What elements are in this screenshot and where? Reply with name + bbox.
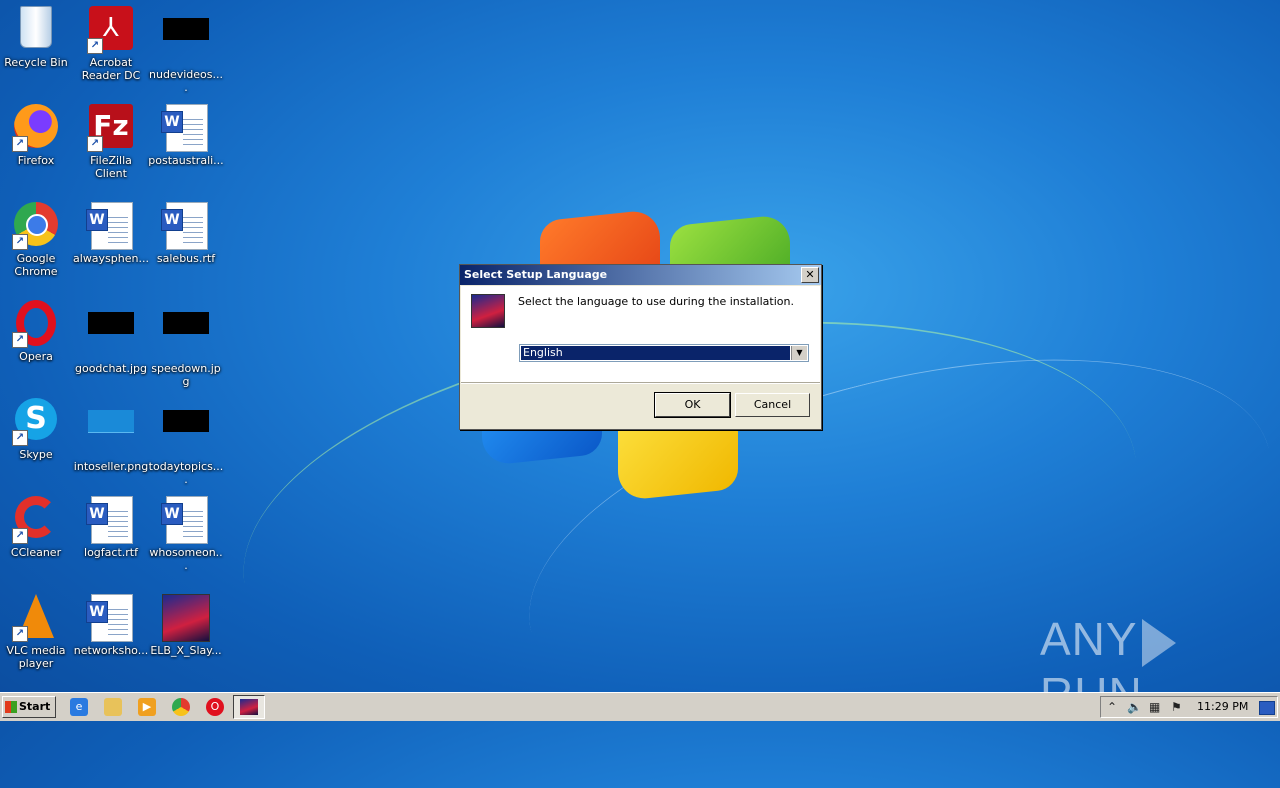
desktop-icon-goodchat[interactable]: goodchat.jpg [73, 296, 149, 375]
show-desktop-icon[interactable] [1259, 701, 1275, 715]
clock[interactable]: 11:29 PM [1197, 699, 1248, 715]
desktop-icon-opera[interactable]: ↗ Opera [0, 296, 74, 363]
firefox-icon: ↗ [12, 104, 60, 152]
shortcut-arrow-icon: ↗ [12, 430, 28, 446]
dialog-message: Select the language to use during the in… [518, 295, 794, 308]
close-button[interactable]: ✕ [801, 267, 819, 283]
setup-app-icon [240, 699, 258, 715]
desktop-icon-alwaysphen[interactable]: W alwaysphen... [73, 198, 149, 265]
ok-button[interactable]: OK [654, 392, 731, 418]
desktop-icon-whosomeon[interactable]: W whosomeon... [148, 492, 224, 572]
select-setup-language-dialog: Select Setup Language ✕ Select the langu… [459, 264, 822, 430]
vlc-icon: ↗ [12, 594, 60, 642]
filezilla-icon: Fz ↗ [87, 104, 135, 152]
chrome-icon: ↗ [12, 202, 60, 250]
opera-icon[interactable]: O [206, 698, 224, 716]
volume-icon[interactable]: 🔈 [1127, 699, 1142, 715]
media-player-icon[interactable]: ▶ [138, 698, 156, 716]
desktop-icon-google-chrome[interactable]: ↗ Google Chrome [0, 198, 74, 278]
ccleaner-icon: ↗ [12, 496, 60, 544]
desktop-icon-logfact[interactable]: W logfact.rtf [73, 492, 149, 559]
action-center-flag-icon[interactable]: ⚑ [1171, 699, 1182, 715]
start-button[interactable]: Start [2, 696, 56, 718]
word-doc-icon: W [161, 496, 210, 544]
explorer-folder-icon[interactable] [104, 698, 122, 716]
desktop-icon-nudevideos[interactable]: nudevideos.... [148, 2, 224, 94]
shortcut-arrow-icon: ↗ [12, 626, 28, 642]
network-icon[interactable]: ▦ [1149, 699, 1160, 715]
acrobat-icon: ⅄ ↗ [87, 6, 135, 54]
desktop-icon-salebus[interactable]: W salebus.rtf [148, 198, 224, 265]
opera-icon: ↗ [12, 300, 60, 348]
word-doc-icon: W [161, 104, 210, 152]
desktop-icon-vlc[interactable]: ↗ VLC media player [0, 590, 74, 670]
desktop-icon-acrobat-reader[interactable]: ⅄ ↗ Acrobat Reader DC [73, 2, 149, 82]
word-doc-icon: W [161, 202, 210, 250]
desktop-icon-firefox[interactable]: ↗ Firefox [0, 100, 74, 167]
dialog-divider [461, 382, 820, 384]
shortcut-arrow-icon: ↗ [12, 332, 28, 348]
dialog-body: Select the language to use during the in… [461, 286, 820, 382]
chrome-icon[interactable] [172, 698, 190, 716]
taskbar: Start e ▶ O ⌃ 🔈 ▦ ⚑ 11:29 PM [0, 692, 1280, 721]
shortcut-arrow-icon: ↗ [12, 136, 28, 152]
desktop-icon-skype[interactable]: S ↗ Skype [0, 394, 74, 461]
desktop-icon-recycle-bin[interactable]: Recycle Bin [0, 2, 74, 69]
desktop-icon-speedown[interactable]: speedown.jpg [148, 296, 224, 388]
blue-thumbnail-icon [87, 410, 135, 458]
word-doc-icon: W [86, 496, 135, 544]
taskbar-setup-window[interactable] [233, 695, 265, 719]
setup-app-icon [162, 594, 210, 642]
recycle-bin-icon [12, 6, 60, 54]
skype-icon: S ↗ [12, 398, 60, 446]
black-thumbnail-icon [162, 312, 210, 360]
black-thumbnail-icon [162, 18, 210, 66]
word-doc-icon: W [86, 202, 135, 250]
windows-flag-icon [5, 701, 17, 713]
internet-explorer-icon[interactable]: e [70, 698, 88, 716]
desktop-icon-ccleaner[interactable]: ↗ CCleaner [0, 492, 74, 559]
word-doc-icon: W [86, 594, 135, 642]
cancel-button[interactable]: Cancel [735, 393, 810, 417]
black-thumbnail-icon [87, 312, 135, 360]
desktop-icon-networksho[interactable]: W networksho... [73, 590, 149, 657]
shortcut-arrow-icon: ↗ [12, 234, 28, 250]
system-tray: ⌃ 🔈 ▦ ⚑ 11:29 PM [1100, 696, 1278, 718]
black-thumbnail-icon [162, 410, 210, 458]
desktop-icon-todaytopics[interactable]: todaytopics.... [148, 394, 224, 486]
desktop-icon-filezilla[interactable]: Fz ↗ FileZilla Client [73, 100, 149, 180]
play-icon [1141, 618, 1176, 667]
desktop-icon-elb-setup[interactable]: ELB_X_Slay... [148, 590, 224, 657]
dialog-titlebar[interactable]: Select Setup Language ✕ [460, 265, 821, 285]
shortcut-arrow-icon: ↗ [87, 136, 103, 152]
show-hidden-icons-icon[interactable]: ⌃ [1107, 699, 1117, 715]
shortcut-arrow-icon: ↗ [87, 38, 103, 54]
language-select-value: English [521, 346, 790, 360]
dialog-title: Select Setup Language [464, 268, 608, 281]
desktop-icon-intoseller[interactable]: intoseller.png [73, 394, 149, 473]
chevron-down-icon[interactable]: ▼ [791, 346, 807, 360]
language-select[interactable]: English ▼ [519, 344, 809, 362]
setup-app-icon [471, 294, 505, 328]
shortcut-arrow-icon: ↗ [12, 528, 28, 544]
desktop-icon-postaustrali[interactable]: W postaustrali... [148, 100, 224, 167]
